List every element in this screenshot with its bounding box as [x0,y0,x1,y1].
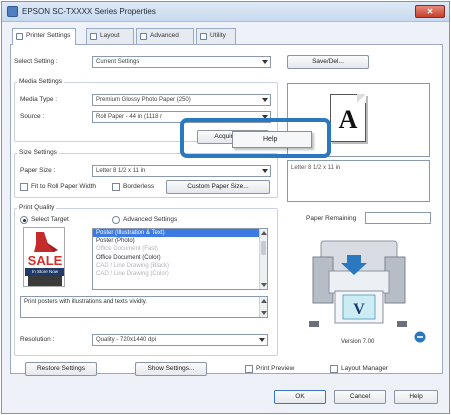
layout-manager-label: Layout Manager [341,365,388,372]
target-listbox[interactable]: Poster (Illustration & Text) Poster (Pho… [92,228,268,290]
select-target-label: Select Target [31,216,69,223]
resolution-value: Quality - 720x1440 dpi [96,337,157,343]
ok-button[interactable]: OK [274,390,326,404]
save-del-button[interactable]: Save/Del... [287,55,369,69]
select-setting-label: Select Setting : [14,58,58,65]
select-target-radio[interactable] [20,216,28,224]
printer-app-icon [7,6,18,17]
description-scrollbar[interactable] [259,297,267,317]
layout-manager-checkbox[interactable] [330,365,338,373]
description-text: Print posters with illustrations and tex… [24,299,147,305]
paper-size-value: Letter 8 1/2 x 11 in [96,168,146,174]
paper-size-preview-text: Letter 8 1/2 x 11 in [291,165,341,171]
listbox-scrollbar[interactable] [259,229,267,289]
media-settings-title: Media Settings [17,78,64,85]
printer-icon: V [309,240,407,327]
description-box: Print posters with illustrations and tex… [20,296,268,318]
select-setting-value: Current Settings [96,59,140,65]
borderless-checkbox[interactable] [112,183,120,191]
list-item[interactable]: Office Document (Color) [93,254,267,262]
resolution-label: Resolution : [20,336,55,343]
help-menu-label: Help [263,136,278,143]
info-icon[interactable] [414,331,426,343]
list-item[interactable]: Poster (Illustration & Text) [93,229,267,238]
tab-label: Printer Settings [26,32,71,39]
restore-settings-button[interactable]: Restore Settings [25,362,97,376]
in-store-text: In Store Now [25,268,64,276]
scroll-thumb[interactable] [261,241,266,255]
version-label: Version 7.00 [341,339,375,345]
tab-utility[interactable]: Utility [196,28,236,44]
window-title: EPSON SC-TXXXX Series Properties [22,7,156,16]
print-preview-checkbox[interactable] [245,365,253,373]
scroll-up-icon [261,299,267,303]
source-label: Source : [20,113,45,120]
size-settings-title: Size Settings [17,149,59,156]
tab-advanced[interactable]: Advanced [136,28,194,44]
printer-icon [16,33,23,40]
tab-layout[interactable]: Layout [86,28,134,44]
tab-label: Advanced [150,32,179,39]
title-bar: EPSON SC-TXXXX Series Properties ✕ [2,2,449,22]
chevron-down-icon [259,338,265,342]
select-setting-dropdown[interactable]: Current Settings [92,56,271,68]
media-type-label: Media Type : [20,96,58,103]
show-settings-button[interactable]: Show Settings... [135,362,207,376]
paper-size-dropdown[interactable]: Letter 8 1/2 x 11 in [92,165,271,177]
list-item[interactable]: Poster (Photo) [93,237,267,245]
print-preview-label: Print Preview [256,365,295,372]
advanced-icon [140,33,147,40]
poster-sample-image: SALE In Store Now [23,227,65,287]
scroll-up-icon [261,231,267,235]
utility-icon [200,33,207,40]
chevron-down-icon [262,60,268,64]
svg-text:V: V [353,301,365,318]
cancel-button[interactable]: Cancel [334,390,386,404]
scroll-down-icon [261,311,267,315]
resolution-dropdown[interactable]: Quality - 720x1440 dpi [92,334,268,346]
print-quality-title: Print Quality [17,204,57,211]
custom-paper-size-button[interactable]: Custom Paper Size... [166,180,270,194]
paper-sheet-icon: A [330,94,366,142]
help-button[interactable]: Help [394,390,438,404]
fit-to-roll-checkbox[interactable] [20,183,28,191]
paper-remaining-field [365,212,431,224]
paper-size-preview-box: Letter 8 1/2 x 11 in [287,160,430,202]
list-item[interactable]: CAD / Line Drawing (Black) [93,262,267,270]
source-value: Roll Paper - 44 in (1118 r [96,114,163,120]
chevron-down-icon [262,169,268,173]
layout-icon [90,33,97,40]
advanced-settings-radio[interactable] [112,216,120,224]
scroll-down-icon [261,283,267,287]
close-button[interactable]: ✕ [415,5,445,18]
paper-size-label: Paper Size : [20,167,56,174]
borderless-label: Borderless [123,183,155,190]
fit-to-roll-label: Fit to Roll Paper Width [31,183,97,190]
media-type-dropdown[interactable]: Premium Glossy Photo Paper (250) [92,94,271,106]
context-menu-help-item[interactable]: Help [232,131,312,148]
tab-label: Utility [210,32,226,39]
list-item[interactable]: Office Document (Fast) [93,245,267,253]
tab-printer-settings[interactable]: Printer Settings [12,28,76,45]
media-type-value: Premium Glossy Photo Paper (250) [96,97,191,103]
list-item[interactable]: CAD / Line Drawing (Color) [93,270,267,278]
paper-remaining-label: Paper Remaining [306,215,357,222]
paper-letter: A [338,105,358,134]
advanced-settings-label: Advanced Settings [123,216,178,223]
tab-label: Layout [100,32,120,39]
sale-text: SALE [27,253,63,268]
chevron-down-icon [262,98,268,102]
